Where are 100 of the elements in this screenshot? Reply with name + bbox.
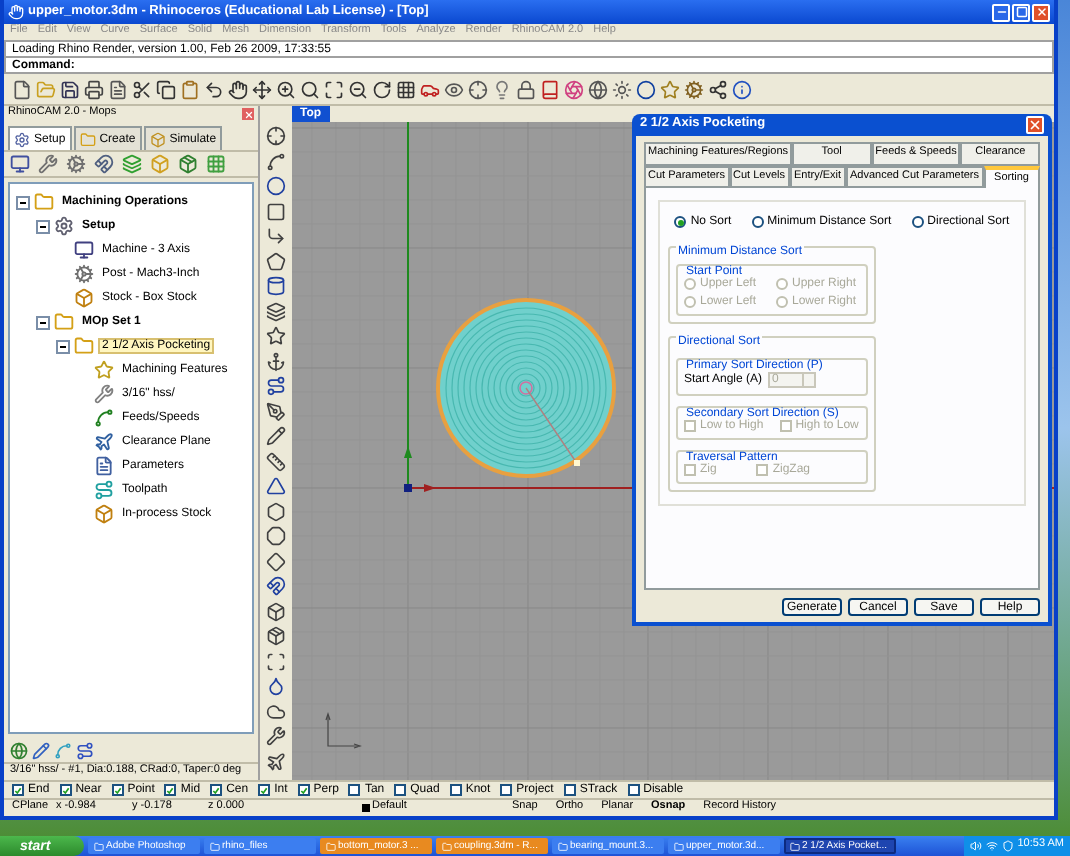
gear-icon[interactable] xyxy=(66,154,86,174)
minimize-button[interactable] xyxy=(992,3,1010,21)
magnet-icon[interactable] xyxy=(94,154,114,174)
pencil-icon[interactable] xyxy=(32,741,50,759)
octagon-icon[interactable] xyxy=(266,526,286,546)
checkbox[interactable] xyxy=(627,784,640,796)
crosshair-icon[interactable] xyxy=(468,79,488,99)
pencil-icon[interactable] xyxy=(266,426,286,446)
undo-icon[interactable] xyxy=(204,79,224,99)
scissors-icon[interactable] xyxy=(132,79,152,99)
checkbox[interactable] xyxy=(59,784,72,796)
monitor-icon xyxy=(74,240,94,260)
close-button[interactable] xyxy=(242,108,254,120)
printer-icon[interactable] xyxy=(84,79,104,99)
radio-button[interactable] xyxy=(911,216,924,228)
scan-icon[interactable] xyxy=(266,651,286,671)
wrench-icon[interactable] xyxy=(266,726,286,746)
hand-icon[interactable] xyxy=(228,79,248,99)
route-icon[interactable] xyxy=(76,741,94,759)
folder-icon xyxy=(54,312,74,332)
cloud-icon[interactable] xyxy=(266,701,286,721)
info-icon[interactable] xyxy=(732,79,752,99)
eye-icon[interactable] xyxy=(444,79,464,99)
plane-icon[interactable] xyxy=(266,751,286,771)
sun-icon[interactable] xyxy=(612,79,632,99)
diamond-icon[interactable] xyxy=(266,551,286,571)
gear-icon[interactable] xyxy=(684,79,704,99)
package-icon[interactable] xyxy=(266,626,286,646)
car-icon[interactable] xyxy=(420,79,440,99)
axis-icon xyxy=(325,712,362,749)
zoom-in-icon[interactable] xyxy=(276,79,296,99)
grid-icon[interactable] xyxy=(396,79,416,99)
rectangle-icon[interactable] xyxy=(266,201,286,221)
folder-icon xyxy=(74,336,94,356)
lock-icon[interactable] xyxy=(516,79,536,99)
star-icon[interactable] xyxy=(266,326,286,346)
rotate-icon[interactable] xyxy=(372,79,392,99)
globe-icon[interactable] xyxy=(10,741,28,759)
pen-icon[interactable] xyxy=(266,401,286,421)
route-icon[interactable] xyxy=(266,376,286,396)
expander-icon[interactable] xyxy=(36,315,50,329)
curve-icon[interactable] xyxy=(266,151,286,171)
move-icon[interactable] xyxy=(252,79,272,99)
shield-icon[interactable] xyxy=(1001,840,1014,852)
document-icon xyxy=(94,456,114,476)
close-button[interactable] xyxy=(1026,116,1044,134)
network-icon[interactable] xyxy=(708,79,728,99)
box-icon[interactable] xyxy=(266,601,286,621)
checkbox[interactable] xyxy=(210,784,223,796)
folder-icon xyxy=(442,841,452,851)
checkbox[interactable] xyxy=(394,784,407,796)
droplet-icon[interactable] xyxy=(266,676,286,696)
globe-icon[interactable] xyxy=(588,79,608,99)
layers-icon[interactable] xyxy=(266,301,286,321)
star-icon[interactable] xyxy=(660,79,680,99)
magnet-icon[interactable] xyxy=(266,576,286,596)
save-icon[interactable] xyxy=(60,79,80,99)
checkbox[interactable] xyxy=(297,784,310,796)
folder-icon xyxy=(210,841,220,851)
wrench-icon xyxy=(94,384,114,404)
anchor-icon[interactable] xyxy=(266,351,286,371)
new-file-icon[interactable] xyxy=(12,79,32,99)
viewport[interactable] xyxy=(292,106,1054,780)
maximize-button[interactable] xyxy=(1012,3,1030,21)
book-icon[interactable] xyxy=(540,79,560,99)
checkbox[interactable] xyxy=(563,784,576,796)
lightbulb-icon[interactable] xyxy=(492,79,512,99)
close-button[interactable] xyxy=(1032,3,1050,21)
checkbox[interactable] xyxy=(258,784,271,796)
radio-button[interactable] xyxy=(674,216,687,228)
search-icon[interactable] xyxy=(300,79,320,99)
box-icon xyxy=(74,288,94,308)
aperture-icon[interactable] xyxy=(564,79,584,99)
expander-icon[interactable] xyxy=(16,195,30,209)
package-icon[interactable] xyxy=(178,154,198,174)
expander-icon[interactable] xyxy=(36,219,50,233)
cylinder-icon[interactable] xyxy=(266,276,286,296)
checkbox[interactable] xyxy=(111,784,124,796)
checkbox[interactable] xyxy=(12,784,24,796)
wrench-icon[interactable] xyxy=(38,154,58,174)
folder-icon xyxy=(674,841,684,851)
route-icon xyxy=(94,480,114,500)
document-icon[interactable] xyxy=(108,79,128,99)
zoom-out-icon[interactable] xyxy=(348,79,368,99)
hexagon-icon[interactable] xyxy=(266,501,286,521)
checkbox[interactable] xyxy=(449,784,462,796)
speaker-icon[interactable] xyxy=(969,840,982,852)
folder-icon xyxy=(326,841,336,851)
checkbox[interactable] xyxy=(348,784,361,796)
clipboard-icon[interactable] xyxy=(180,79,200,99)
checkbox[interactable] xyxy=(500,784,513,796)
ruler-icon[interactable] xyxy=(266,451,286,471)
triangle-icon[interactable] xyxy=(266,476,286,496)
monitor-icon[interactable] xyxy=(10,154,30,174)
radio-button[interactable] xyxy=(751,216,764,228)
expander-icon[interactable] xyxy=(56,339,70,353)
circle-icon[interactable] xyxy=(266,176,286,196)
copy-icon[interactable] xyxy=(156,79,176,99)
frame-icon[interactable] xyxy=(324,79,344,99)
checkbox[interactable] xyxy=(164,784,177,796)
